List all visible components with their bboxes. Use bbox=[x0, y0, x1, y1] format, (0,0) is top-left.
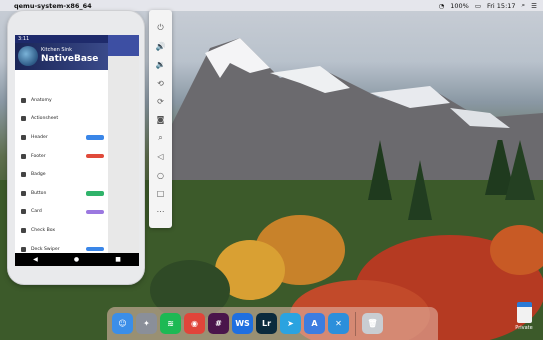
power-icon[interactable]: ⏻ bbox=[155, 22, 167, 34]
overview-icon[interactable]: □ bbox=[155, 188, 167, 200]
trash-icon[interactable]: 🗑 bbox=[362, 313, 383, 334]
drawer-item-label: Actionsheet bbox=[31, 116, 59, 122]
webstorm-icon[interactable]: WS bbox=[232, 313, 253, 334]
launchpad-icon[interactable]: ✦ bbox=[136, 313, 157, 334]
zoom-icon[interactable]: ⌕ bbox=[155, 132, 167, 144]
phone-time: 3:11 bbox=[18, 36, 30, 42]
more-icon[interactable]: ⋯ bbox=[155, 206, 167, 218]
drawer-item-check-box[interactable]: Check Box bbox=[15, 221, 108, 240]
item-badge bbox=[86, 246, 104, 252]
nativebase-logo bbox=[18, 46, 38, 66]
back-icon[interactable]: ◁ bbox=[155, 151, 167, 163]
status-area: ◔ 100% ▭ Fri 15:17 ⌕ ☰ bbox=[439, 1, 537, 10]
item-badge bbox=[86, 135, 104, 140]
drawer-item-anatomy[interactable]: Anatomy bbox=[15, 91, 108, 110]
camera-icon[interactable]: ◙ bbox=[155, 114, 167, 126]
item-badge bbox=[86, 209, 104, 215]
rotate-left-icon[interactable]: ⟲ bbox=[155, 77, 167, 89]
home-icon[interactable]: ● bbox=[74, 256, 79, 263]
drawer-header: Kitchen Sink NativeBase bbox=[15, 43, 108, 70]
dock: ☺ ✦ ≋ ◉ # WS Lr ➤ A ✕ 🗑 bbox=[107, 307, 438, 340]
item-icon bbox=[21, 227, 26, 233]
drawer-item-label: Deck Swiper bbox=[31, 246, 60, 252]
document-icon bbox=[516, 302, 532, 323]
drawer-item-label: Footer bbox=[31, 153, 46, 159]
android-studio-icon[interactable]: A bbox=[304, 313, 325, 334]
back-icon[interactable]: ◀ bbox=[33, 256, 38, 263]
battery-percent[interactable]: 100% bbox=[450, 2, 469, 10]
wifi-icon[interactable]: ◔ bbox=[439, 2, 445, 10]
rotate-right-icon[interactable]: ⟳ bbox=[155, 96, 167, 108]
lightroom-icon[interactable]: Lr bbox=[256, 313, 277, 334]
slack-icon[interactable]: # bbox=[208, 313, 229, 334]
item-icon bbox=[21, 116, 26, 122]
content-overlay[interactable] bbox=[108, 56, 139, 253]
private-label: Private bbox=[515, 325, 533, 331]
item-icon bbox=[21, 209, 26, 215]
emulator-toolbar: ⏻ 🔊 🔉 ⟲ ⟳ ◙ ⌕ ◁ ○ □ ⋯ bbox=[149, 10, 172, 228]
android-nav-bar: ◀ ● ■ bbox=[15, 253, 139, 266]
drawer-item-label: Badge bbox=[31, 172, 46, 178]
drawer-item-label: Card bbox=[31, 209, 42, 215]
android-emulator: 3:11 ▾▮ Kitchen Sink NativeBase AnatomyA… bbox=[8, 11, 144, 284]
drawer-list: Anatomy Actionsheet Header Footer Badge Butto… bbox=[15, 91, 108, 258]
clock[interactable]: Fri 15:17 bbox=[487, 2, 516, 10]
item-icon bbox=[21, 190, 26, 196]
item-badge bbox=[86, 153, 104, 159]
home-icon[interactable]: ○ bbox=[155, 169, 167, 181]
item-icon bbox=[21, 153, 26, 159]
drawer-item-actionsheet[interactable]: Actionsheet bbox=[15, 110, 108, 129]
drawer-item-label: Button bbox=[31, 190, 47, 196]
volume-up-icon[interactable]: 🔊 bbox=[155, 40, 167, 52]
menu-icon[interactable]: ☰ bbox=[531, 2, 537, 10]
private-doc[interactable]: Private bbox=[512, 302, 536, 331]
menu-bar: qemu-system-x86_64 ◔ 100% ▭ Fri 15:17 ⌕ … bbox=[0, 0, 543, 11]
battery-icon[interactable]: ▭ bbox=[475, 2, 481, 10]
volume-down-icon[interactable]: 🔉 bbox=[155, 59, 167, 71]
drawer-item-footer[interactable]: Footer bbox=[15, 147, 108, 166]
drawer-item-header[interactable]: Header bbox=[15, 128, 108, 147]
chrome-icon[interactable]: ◉ bbox=[184, 313, 205, 334]
xcode-icon[interactable]: ✕ bbox=[328, 313, 349, 334]
header-title: NativeBase bbox=[41, 54, 99, 64]
recents-icon[interactable]: ■ bbox=[115, 256, 121, 263]
item-icon bbox=[21, 134, 26, 140]
app-name[interactable]: qemu-system-x86_64 bbox=[14, 2, 92, 10]
finder-icon[interactable]: ☺ bbox=[112, 313, 133, 334]
dock-separator bbox=[355, 311, 356, 336]
drawer-item-label: Check Box bbox=[31, 227, 56, 233]
phone-screen: 3:11 ▾▮ Kitchen Sink NativeBase AnatomyA… bbox=[15, 35, 139, 266]
item-icon bbox=[21, 97, 26, 103]
app-header bbox=[108, 35, 139, 56]
search-icon[interactable]: ⌕ bbox=[522, 1, 526, 10]
spotify-icon[interactable]: ≋ bbox=[160, 313, 181, 334]
drawer-item-label: Anatomy bbox=[31, 97, 52, 103]
drawer-item-label: Header bbox=[31, 134, 48, 140]
drawer-item-card[interactable]: Card bbox=[15, 203, 108, 222]
item-icon bbox=[21, 172, 26, 178]
item-badge bbox=[86, 191, 104, 196]
drawer-item-badge[interactable]: Badge bbox=[15, 165, 108, 184]
item-icon bbox=[21, 246, 26, 252]
telegram-icon[interactable]: ➤ bbox=[280, 313, 301, 334]
drawer-item-button[interactable]: Button bbox=[15, 184, 108, 203]
header-subtitle: Kitchen Sink bbox=[41, 47, 73, 53]
